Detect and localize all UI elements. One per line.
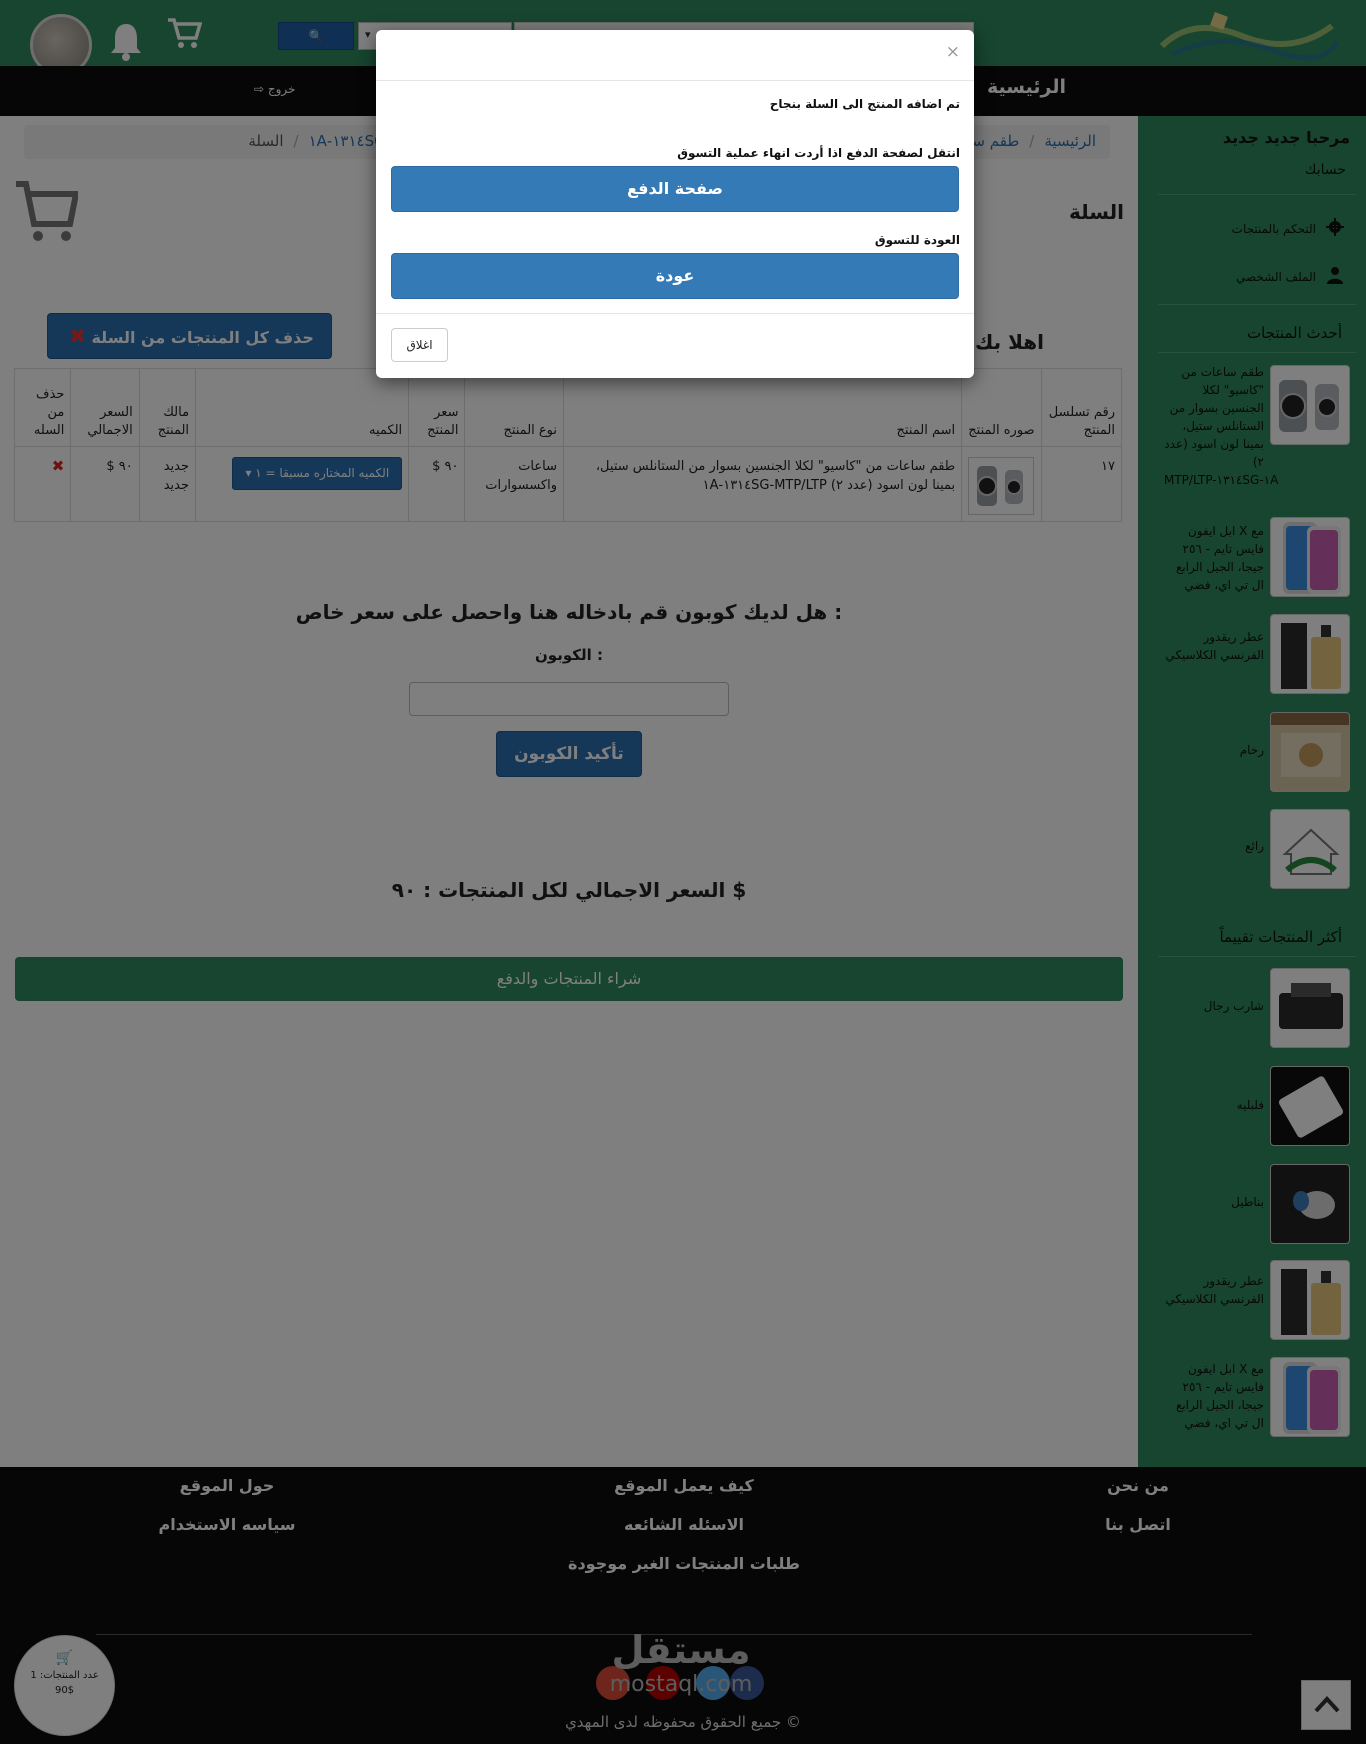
success-message: تم اضافه المنتج الى السلة بنجاح <box>769 97 960 111</box>
close-icon[interactable]: × <box>946 42 960 62</box>
checkout-hint: انتقل لصفحة الدفع اذا أردت انهاء عملية ا… <box>677 146 960 160</box>
add-to-cart-modal: × تم اضافه المنتج الى السلة بنجاح انتقل … <box>376 30 974 378</box>
back-hint: العودة للتسوق <box>874 233 960 247</box>
go-to-checkout-button[interactable]: صفحة الدفع <box>391 166 959 212</box>
modal-divider <box>376 80 974 81</box>
modal-close-button[interactable]: اغلاق <box>391 328 448 362</box>
back-to-shopping-button[interactable]: عودة <box>391 253 959 299</box>
modal-divider <box>376 313 974 314</box>
